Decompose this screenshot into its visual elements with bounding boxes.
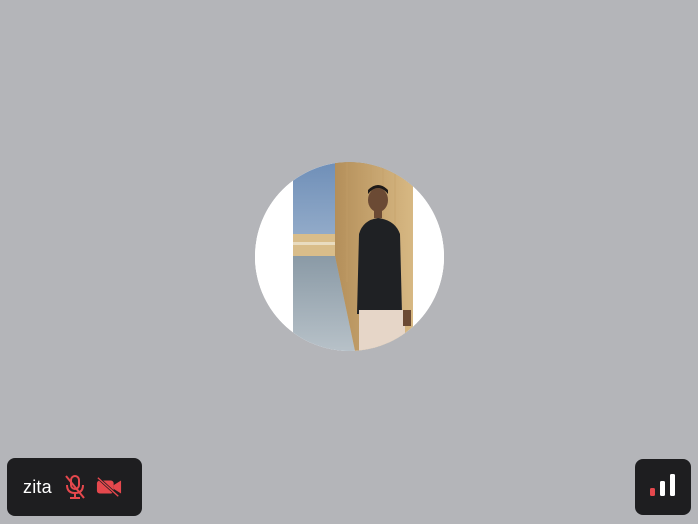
participant-name: zita	[23, 476, 52, 497]
camera-off-icon[interactable]	[96, 474, 122, 500]
avatar-photo	[255, 162, 444, 351]
participant-avatar	[255, 162, 444, 351]
participant-name-bar: zita	[7, 458, 142, 516]
connection-quality-button[interactable]	[635, 459, 691, 515]
mic-muted-icon[interactable]	[62, 474, 88, 500]
participant-video-tile: zita	[0, 0, 698, 524]
signal-strength-icon	[648, 473, 678, 502]
